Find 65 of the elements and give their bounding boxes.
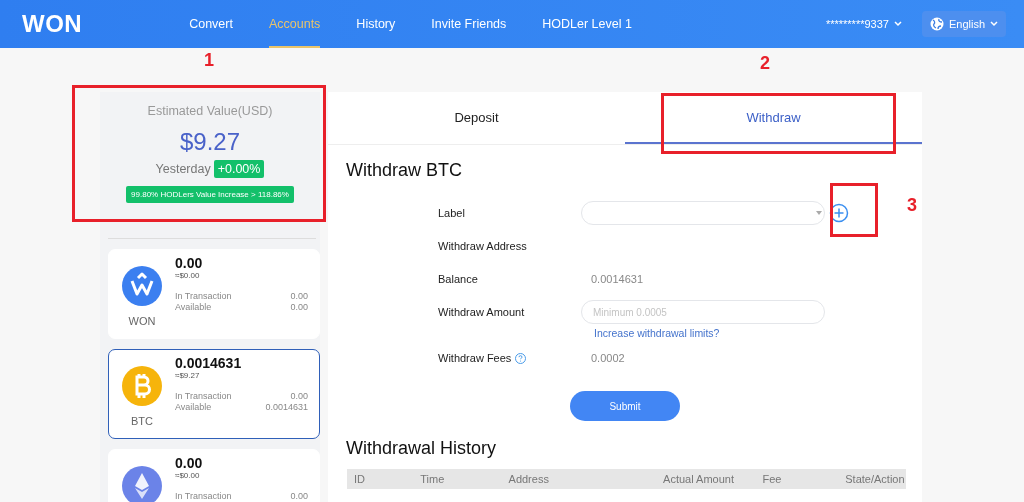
tab[interactable]: Deposit	[328, 92, 625, 144]
annotation-number: 3	[907, 195, 917, 216]
form-title: Withdraw BTC	[346, 160, 463, 181]
globe-icon	[929, 17, 944, 31]
usd-value: ≈$0.00	[175, 271, 201, 280]
coin-icon	[122, 266, 162, 306]
logo[interactable]: WON	[22, 10, 83, 38]
nav-link[interactable]: Convert	[189, 0, 233, 48]
summary-title: Estimated Value(USD)	[146, 104, 274, 118]
history-title: Withdrawal History	[346, 438, 498, 459]
coin-amount: 0.00	[175, 455, 204, 471]
nav-link[interactable]: Accounts	[268, 0, 321, 48]
field-label: Balance	[438, 273, 478, 285]
estimated-value: $9.27	[178, 128, 242, 156]
field-value: 0.0014631	[591, 273, 643, 285]
usd-value: ≈$9.27	[175, 371, 201, 380]
asset-card[interactable]: WON 0.00 ≈$0.00 In Transaction 0.00 Available 0.00	[108, 249, 320, 339]
asset-card[interactable]: 0.00 ≈$0.00 In Transaction 0.00	[108, 449, 320, 502]
ethereum-icon	[122, 466, 162, 502]
in-transaction-value: 0.00	[290, 491, 308, 502]
in-transaction-label: In Transaction	[175, 291, 232, 302]
tab[interactable]: Withdraw	[625, 92, 922, 144]
chevron-icon	[990, 21, 998, 27]
chevron-icon	[893, 21, 902, 27]
usd-value: ≈$0.00	[175, 471, 201, 480]
annotation-number: 2	[760, 53, 770, 74]
column-header: Actual Amount	[663, 473, 736, 485]
column-header: Address	[508, 473, 550, 485]
submit-button[interactable]: Submit	[570, 391, 680, 421]
nav-link[interactable]: HODLer Level 1	[542, 0, 632, 48]
annotation-number: 1	[204, 50, 214, 71]
coin-symbol: BTC	[131, 415, 153, 427]
hodl-badge: 99.80% HODLers Value Increase > 118.86%	[126, 186, 294, 203]
field-label: Withdraw Address	[438, 240, 527, 252]
annotation-frame	[830, 183, 878, 237]
available-label: Available	[175, 402, 212, 413]
help-icon[interactable]	[515, 352, 527, 364]
coin-symbol: WON	[128, 315, 156, 327]
in-transaction-label: In Transaction	[175, 391, 232, 402]
change-badge: +0.00%	[213, 160, 265, 178]
in-transaction-value: 0.00	[290, 391, 308, 402]
field-label: Label	[438, 207, 465, 219]
coin-amount: 0.0014631	[175, 355, 243, 371]
available-label: Available	[175, 302, 212, 313]
field-label: Withdraw Fees	[438, 352, 512, 364]
asset-card[interactable]: BTC 0.0014631 ≈$9.27 In Transaction 0.00 Available 0.0014631	[108, 349, 320, 439]
coin-amount: 0.00	[175, 255, 204, 271]
bitcoin-icon	[122, 366, 162, 406]
available-value: 0.0014631	[265, 402, 308, 413]
column-header: State/Action	[845, 473, 905, 485]
column-header: Fee	[762, 473, 783, 485]
in-transaction-label: In Transaction	[175, 491, 232, 502]
account-menu[interactable]: *********9337	[825, 18, 902, 30]
language-button[interactable]: English	[921, 11, 1006, 37]
column-header: Time	[420, 473, 446, 485]
available-value: 0.00	[290, 302, 308, 313]
field-value: 0.0002	[591, 352, 625, 364]
column-header: ID	[354, 473, 366, 485]
dropdown-icon	[816, 211, 822, 215]
in-transaction-value: 0.00	[290, 291, 308, 302]
yesterday-label: Yesterday	[155, 162, 211, 176]
nav-link[interactable]: Invite Friends	[431, 0, 507, 48]
limits-link[interactable]: Increase withdrawal limits?	[594, 327, 825, 339]
nav-link[interactable]: History	[356, 0, 396, 48]
field-label: Withdraw Amount	[438, 306, 525, 318]
